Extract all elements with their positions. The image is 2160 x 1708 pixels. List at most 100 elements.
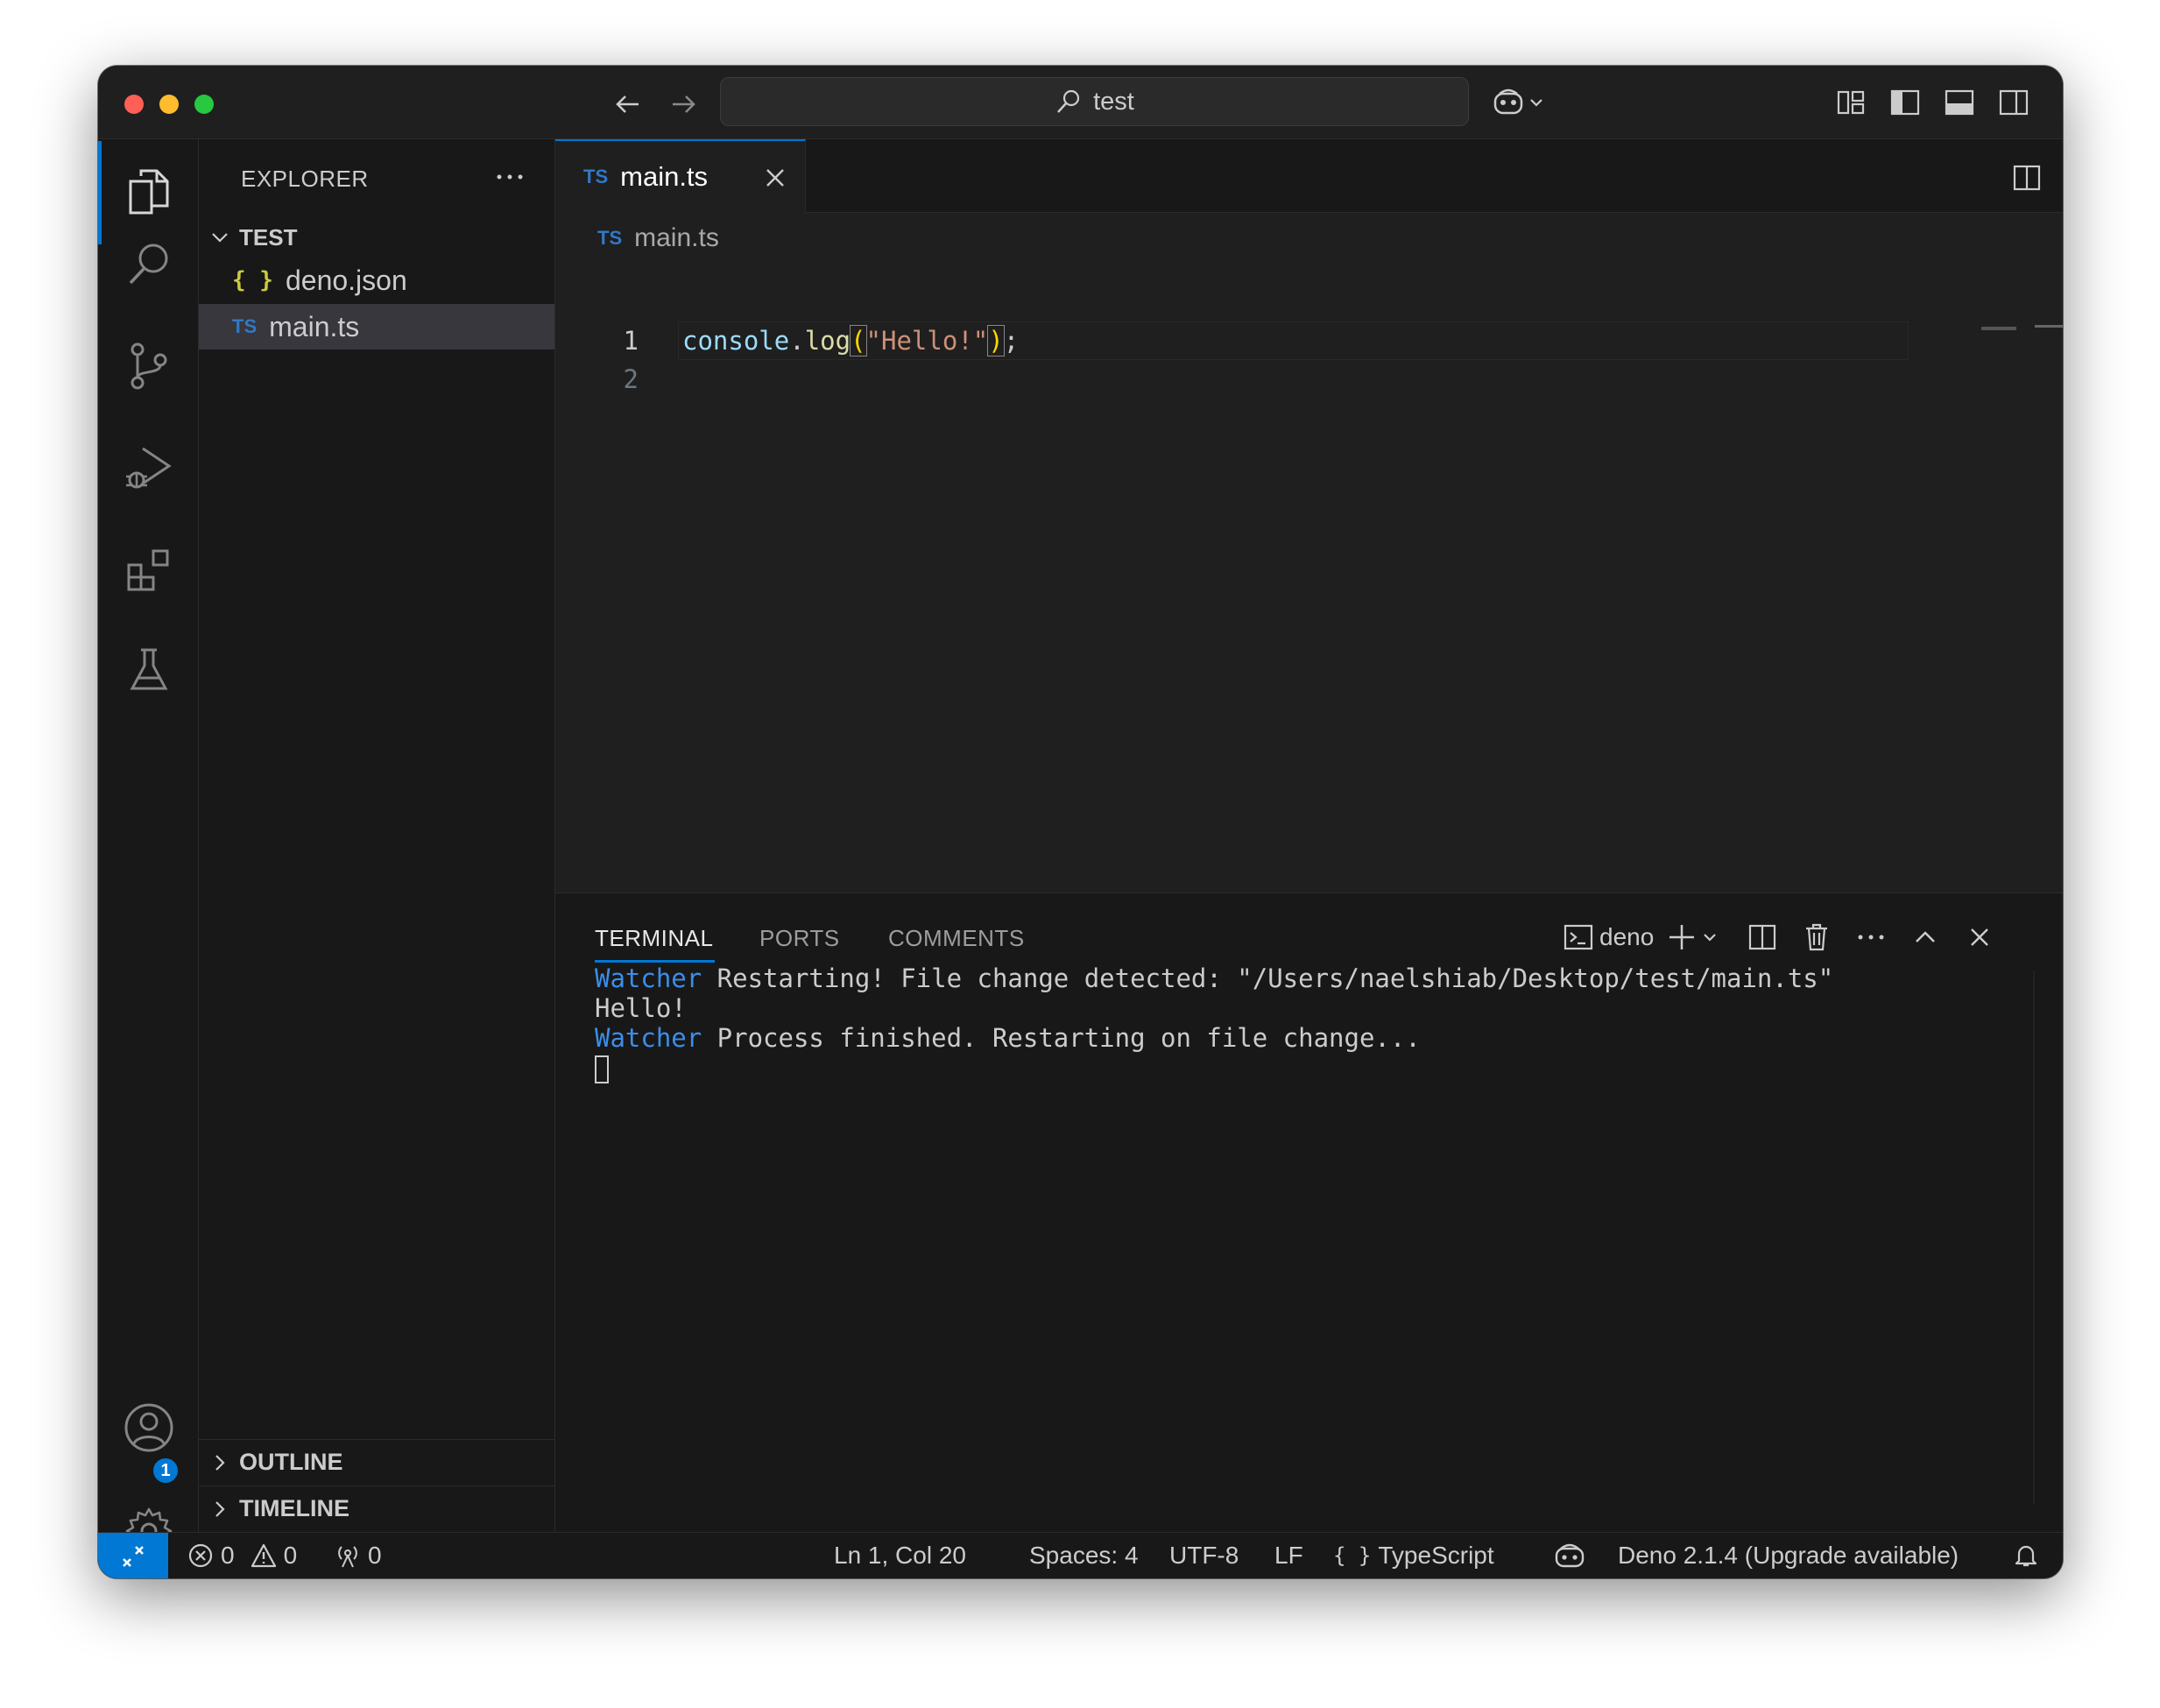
source-control-icon[interactable] bbox=[122, 339, 176, 393]
typescript-file-icon: TS bbox=[583, 166, 609, 187]
accounts-badge: 1 bbox=[151, 1456, 180, 1486]
close-window-button[interactable] bbox=[124, 95, 144, 114]
typescript-file-icon: TS bbox=[597, 227, 623, 249]
remote-indicator-icon[interactable] bbox=[98, 1533, 168, 1578]
chevron-up-icon[interactable] bbox=[1908, 920, 1943, 955]
workspace-folder-row[interactable]: TEST bbox=[199, 218, 554, 257]
testing-flask-icon[interactable] bbox=[122, 643, 176, 697]
run-and-debug-icon[interactable] bbox=[122, 441, 176, 496]
token: ; bbox=[1003, 326, 1020, 356]
explorer-files-icon[interactable] bbox=[122, 164, 176, 218]
terminal-icon[interactable] bbox=[1561, 920, 1596, 955]
folder-name: TEST bbox=[239, 223, 298, 251]
file-name: deno.json bbox=[285, 264, 407, 296]
deno-version[interactable]: Deno 2.1.4 (Upgrade available) bbox=[1618, 1542, 1959, 1570]
minimize-window-button[interactable] bbox=[159, 95, 179, 114]
code-line[interactable]: 1 console.log("Hello!"); bbox=[555, 321, 2063, 360]
tab-terminal[interactable]: TERMINAL bbox=[595, 925, 713, 952]
customize-layout-icon[interactable] bbox=[1834, 85, 1869, 120]
warning-icon bbox=[251, 1542, 277, 1569]
split-terminal-icon[interactable] bbox=[1745, 920, 1780, 955]
terminal-text: Restarting! File change detected: "/User… bbox=[702, 963, 1834, 993]
back-arrow-icon[interactable] bbox=[611, 87, 646, 122]
cursor-position[interactable]: Ln 1, Col 20 bbox=[834, 1542, 966, 1570]
breadcrumb[interactable]: TS main.ts bbox=[597, 223, 719, 253]
outline-section[interactable]: OUTLINE bbox=[199, 1439, 554, 1485]
end-of-line[interactable]: LF bbox=[1274, 1542, 1303, 1570]
bell-icon[interactable] bbox=[2013, 1542, 2039, 1568]
chevron-right-icon bbox=[209, 1499, 230, 1520]
close-icon[interactable] bbox=[1962, 920, 1997, 955]
terminal-cursor bbox=[595, 1055, 609, 1083]
more-actions-icon[interactable] bbox=[492, 164, 527, 190]
search-icon bbox=[1055, 88, 1083, 116]
tab-ports[interactable]: PORTS bbox=[759, 925, 840, 952]
problems-indicator[interactable]: 0 0 bbox=[187, 1542, 297, 1570]
trash-icon[interactable] bbox=[1799, 920, 1834, 955]
section-label: TIMELINE bbox=[239, 1495, 349, 1521]
new-terminal-icon[interactable] bbox=[1666, 920, 1727, 955]
indentation[interactable]: Spaces: 4 bbox=[1029, 1542, 1139, 1570]
file-item-main-ts[interactable]: TS main.ts bbox=[199, 304, 554, 349]
more-actions-icon[interactable] bbox=[2062, 160, 2063, 195]
minimap[interactable] bbox=[1981, 327, 2016, 330]
token: . bbox=[789, 326, 805, 356]
breadcrumb-file: main.ts bbox=[634, 223, 719, 252]
encoding[interactable]: UTF-8 bbox=[1169, 1542, 1239, 1570]
timeline-section[interactable]: TIMELINE bbox=[199, 1486, 554, 1531]
command-center-label: test bbox=[1093, 87, 1134, 116]
copilot-status-icon[interactable] bbox=[1554, 1542, 1585, 1568]
command-center-search[interactable]: test bbox=[720, 77, 1469, 126]
terminal-line bbox=[595, 1053, 1833, 1083]
line-number: 2 bbox=[623, 364, 639, 394]
terminal-text: Process finished. Restarting on file cha… bbox=[702, 1023, 1421, 1053]
explorer-sidebar: EXPLORER TEST { } deno.json TS main.ts O… bbox=[199, 139, 555, 1532]
token: console bbox=[682, 326, 790, 356]
braces-icon: { } bbox=[1333, 1543, 1372, 1568]
broadcast-icon bbox=[335, 1542, 361, 1569]
terminal-text: Hello! bbox=[595, 993, 687, 1023]
watcher-prefix: Watcher bbox=[595, 963, 702, 993]
sidebar-title: EXPLORER bbox=[241, 166, 369, 192]
json-file-icon: { } bbox=[232, 267, 273, 293]
tab-comments[interactable]: COMMENTS bbox=[888, 925, 1025, 952]
toggle-primary-sidebar-icon[interactable] bbox=[1888, 85, 1923, 120]
active-tab-underline bbox=[595, 960, 715, 963]
language-mode[interactable]: { } TypeScript bbox=[1333, 1542, 1494, 1570]
toggle-secondary-sidebar-icon[interactable] bbox=[1996, 85, 2031, 120]
scrollbar-marker[interactable] bbox=[2035, 325, 2063, 328]
accounts-icon[interactable] bbox=[122, 1401, 176, 1455]
editor-tab-bar: TS main.ts bbox=[555, 139, 2063, 213]
status-bar: 0 0 0 Ln 1, Col 20 Spaces: 4 UTF-8 LF { … bbox=[98, 1532, 2063, 1578]
chevron-down-icon bbox=[209, 227, 230, 248]
terminal-output[interactable]: Watcher Restarting! File change detected… bbox=[595, 963, 1833, 1083]
close-icon[interactable] bbox=[763, 166, 787, 190]
error-count: 0 bbox=[221, 1542, 235, 1569]
ports-indicator[interactable]: 0 bbox=[335, 1542, 382, 1570]
copilot-menu-icon[interactable] bbox=[1491, 85, 1561, 120]
chevron-right-icon bbox=[209, 1452, 230, 1473]
ports-count: 0 bbox=[368, 1542, 382, 1569]
line-number: 1 bbox=[623, 326, 639, 356]
watcher-prefix: Watcher bbox=[595, 1023, 702, 1053]
maximize-window-button[interactable] bbox=[194, 95, 214, 114]
terminal-line: Watcher Process finished. Restarting on … bbox=[595, 1023, 1833, 1053]
bottom-panel: TERMINAL PORTS COMMENTS deno Watcher Res… bbox=[555, 893, 2063, 1532]
code-line[interactable]: 2 bbox=[555, 360, 2063, 399]
forward-arrow-icon[interactable] bbox=[666, 87, 701, 122]
error-icon bbox=[187, 1542, 214, 1569]
terminal-name[interactable]: deno bbox=[1599, 923, 1654, 951]
more-actions-icon[interactable] bbox=[1853, 920, 1888, 955]
split-editor-icon[interactable] bbox=[2009, 160, 2044, 195]
token: log bbox=[804, 326, 851, 356]
editor-area: TS main.ts TS main.ts 1 console.log("Hel… bbox=[555, 139, 2063, 893]
token: ( bbox=[850, 325, 867, 356]
extensions-icon[interactable] bbox=[122, 542, 176, 596]
search-icon[interactable] bbox=[122, 237, 176, 292]
token: ) bbox=[987, 325, 1005, 356]
tab-main-ts[interactable]: TS main.ts bbox=[555, 139, 806, 213]
token: "Hello!" bbox=[865, 326, 989, 356]
terminal-scrollbar[interactable] bbox=[2033, 970, 2035, 1505]
toggle-panel-icon[interactable] bbox=[1942, 85, 1977, 120]
file-item-deno-json[interactable]: { } deno.json bbox=[199, 258, 554, 303]
